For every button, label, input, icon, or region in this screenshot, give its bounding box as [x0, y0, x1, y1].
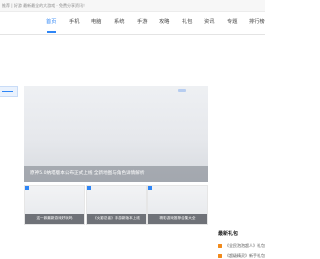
- thumbnail-card[interactable]: 《火影忍者》手游新版本上线: [86, 185, 147, 225]
- gift-item-label: 《全民泡泡超人》礼包: [225, 243, 265, 248]
- side-category-tab[interactable]: [0, 86, 18, 97]
- gift-list-item[interactable]: 《全民泡泡超人》礼包: [218, 243, 265, 249]
- nav-item-pc[interactable]: 电脑: [91, 19, 101, 25]
- nav-item-news[interactable]: 资讯: [204, 19, 214, 25]
- nav-active-indicator: [47, 31, 56, 33]
- gift-list-item[interactable]: 《超级精灵》新手礼包: [218, 253, 265, 259]
- nav-item-mobile-games[interactable]: 手游: [137, 19, 147, 25]
- nav-divider: [0, 34, 265, 35]
- nav-item-system[interactable]: 系统: [114, 19, 124, 25]
- banner-pagination[interactable]: [178, 89, 186, 92]
- thumbnail-card[interactable]: 精彩游戏推荐合集大全: [147, 185, 208, 225]
- gift-item-label: 《超级精灵》新手礼包: [225, 253, 265, 258]
- thumbnail-badge: [87, 186, 91, 190]
- thumbnail-badge: [148, 186, 152, 190]
- top-info-text: 推荐 | 好游 最新最全的大游戏 · 免费分享资讯！: [2, 3, 87, 8]
- thumbnail-caption: 《火影忍者》手游新版本上线: [93, 216, 140, 220]
- thumbnail-caption: 精彩游戏推荐合集大全: [159, 216, 196, 220]
- gift-icon: [218, 254, 222, 258]
- thumbnail-card[interactable]: 这一款最新游戏好玩吗: [24, 185, 85, 225]
- side-tab-marker: [2, 91, 13, 93]
- thumbnail-image: [148, 186, 207, 214]
- main-nav: 首页 手机 电脑 系统 手游 攻略 礼包 资讯 专题 排行榜: [40, 12, 265, 34]
- nav-item-gifts[interactable]: 礼包: [182, 19, 192, 25]
- gift-section-title: 最新礼包: [218, 231, 239, 237]
- page: 推荐 | 好游 最新最全的大游戏 · 免费分享资讯！ 首页 手机 电脑 系统 手…: [0, 0, 265, 259]
- thumbnail-image: [87, 186, 146, 214]
- thumbnail-caption-bar: 精彩游戏推荐合集大全: [148, 214, 207, 224]
- top-info-bar: 推荐 | 好游 最新最全的大游戏 · 免费分享资讯！: [0, 0, 265, 12]
- thumbnail-caption: 这一款最新游戏好玩吗: [36, 216, 73, 220]
- gift-icon: [218, 244, 222, 248]
- nav-item-mobile[interactable]: 手机: [69, 19, 79, 25]
- nav-item-home[interactable]: 首页: [46, 19, 56, 25]
- thumbnail-caption-bar: 这一款最新游戏好玩吗: [25, 214, 84, 224]
- thumbnail-badge: [25, 186, 29, 190]
- banner-caption[interactable]: 原神5.0纳塔版本公布正式上线 全新地图与角色详情解析: [30, 171, 144, 177]
- thumbnail-caption-bar: 《火影忍者》手游新版本上线: [87, 214, 146, 224]
- thumbnail-image: [25, 186, 84, 214]
- nav-item-guides[interactable]: 攻略: [159, 19, 169, 25]
- nav-item-topics[interactable]: 专题: [227, 19, 237, 25]
- nav-item-rankings[interactable]: 排行榜: [249, 19, 265, 25]
